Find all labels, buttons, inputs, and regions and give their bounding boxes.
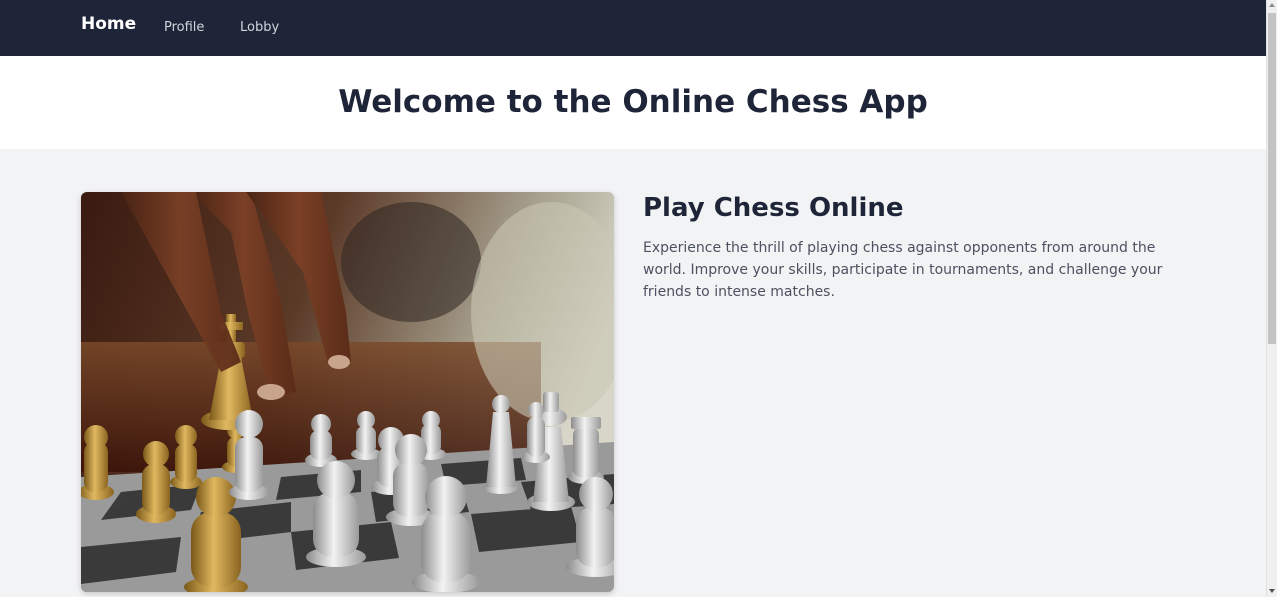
page: Home Profile Lobby Welcome to the Online… xyxy=(0,0,1277,597)
page-title: Welcome to the Online Chess App xyxy=(338,84,928,120)
nav-home-link[interactable]: Home xyxy=(81,13,136,35)
chess-photo-illustration xyxy=(81,192,614,592)
nav-lobby-link[interactable]: Lobby xyxy=(240,19,279,36)
nav-profile-link[interactable]: Profile xyxy=(164,19,204,36)
vertical-scrollbar[interactable] xyxy=(1266,0,1277,597)
main-column: Home Profile Lobby Welcome to the Online… xyxy=(0,0,1266,597)
scroll-up-arrow-icon[interactable] xyxy=(1269,3,1275,7)
scrollbar-thumb[interactable] xyxy=(1268,13,1276,344)
section-description: Experience the thrill of playing chess a… xyxy=(643,240,1163,300)
scroll-down-arrow-icon[interactable] xyxy=(1269,589,1275,593)
section-heading: Play Chess Online xyxy=(643,193,904,223)
chess-hero-image xyxy=(81,192,614,592)
navbar: Home Profile Lobby xyxy=(0,0,1266,56)
